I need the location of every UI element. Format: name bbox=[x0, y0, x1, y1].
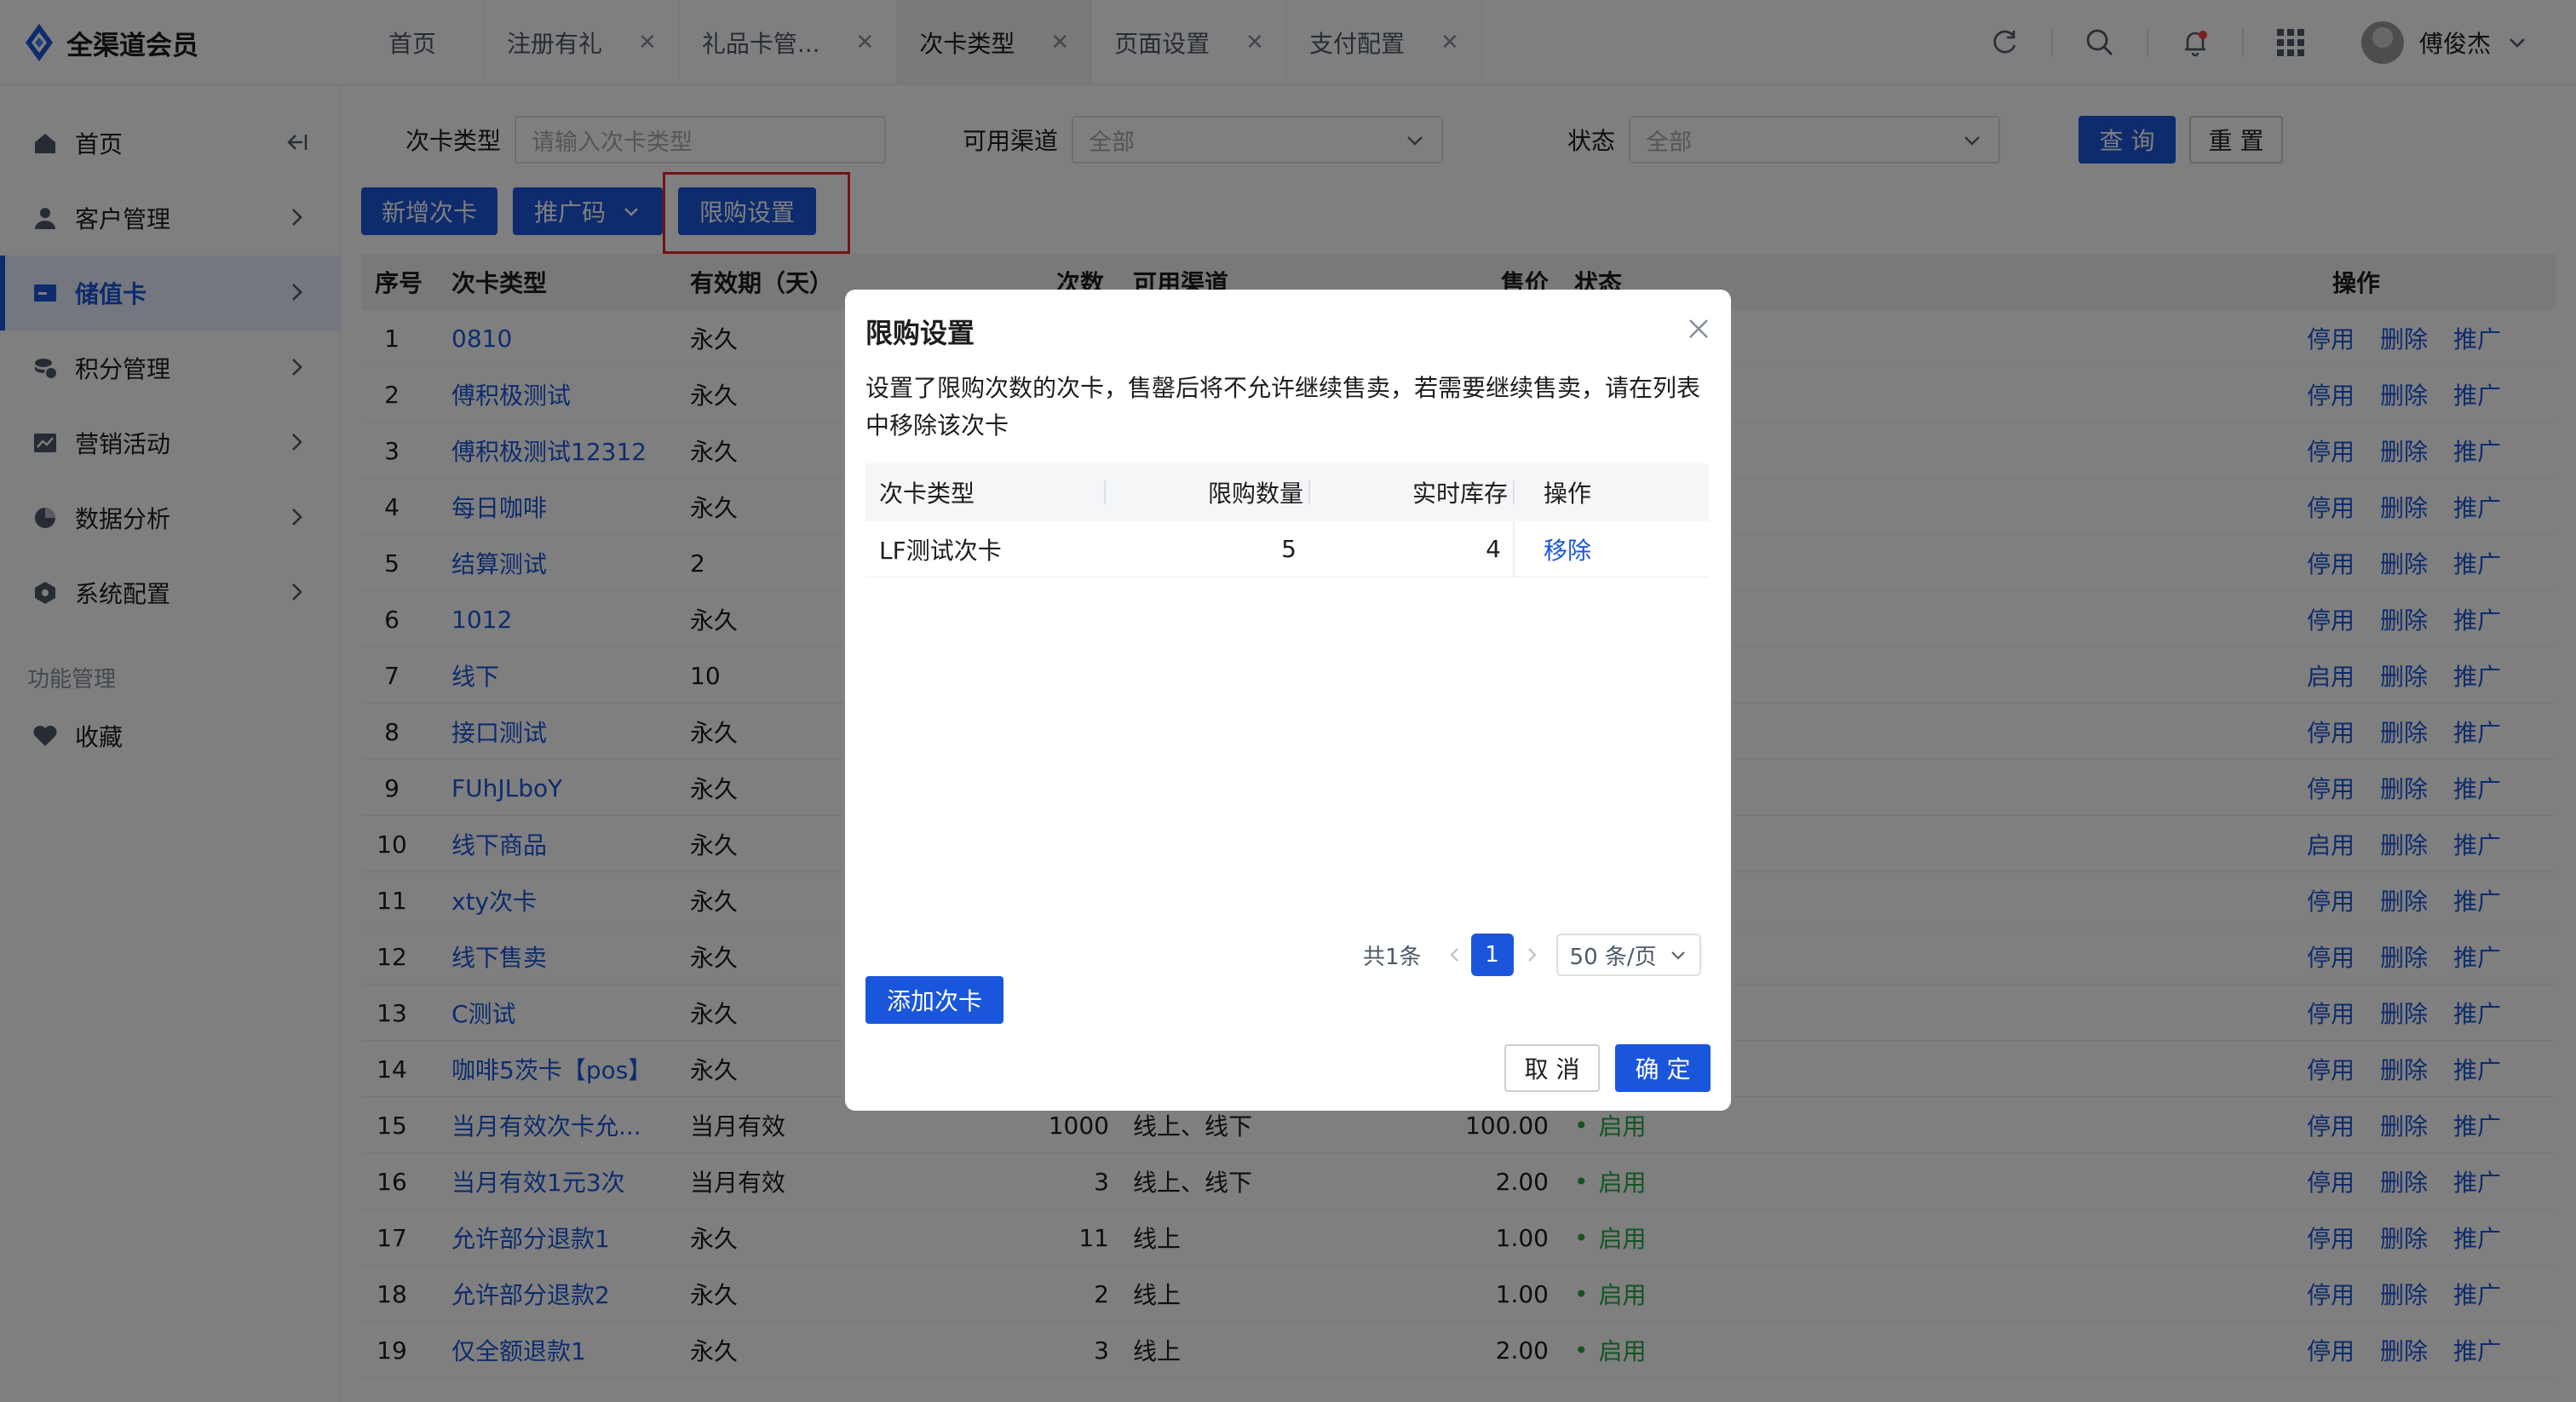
limit-table: 次卡类型 限购数量 实时库存 操作 LF测试次卡 5 4 移除 bbox=[865, 463, 1709, 577]
chevron-right-icon[interactable] bbox=[1522, 945, 1541, 964]
page-size-select[interactable]: 50 条/页 bbox=[1555, 934, 1701, 976]
divider bbox=[1513, 480, 1515, 504]
chevron-down-icon bbox=[1670, 951, 1685, 960]
divider bbox=[1104, 480, 1106, 504]
close-icon[interactable] bbox=[1685, 315, 1712, 342]
divider bbox=[1308, 480, 1310, 504]
dialog-title: 限购设置 bbox=[865, 317, 975, 349]
row-card-type: LF测试次卡 bbox=[879, 536, 1002, 565]
add-card-button[interactable]: 添加次卡 bbox=[865, 976, 1003, 1024]
chevron-left-icon[interactable] bbox=[1446, 945, 1464, 964]
confirm-button[interactable]: 确 定 bbox=[1615, 1044, 1711, 1092]
dialog-description: 设置了限购次数的次卡，售罄后将不允许继续售卖，若需要继续售卖，请在列表中移除该次… bbox=[865, 374, 1701, 440]
page-number[interactable]: 1 bbox=[1470, 934, 1514, 976]
col-ops: 操作 bbox=[1544, 480, 1592, 508]
col-limit: 限购数量 bbox=[1207, 480, 1303, 508]
pagination: 共1条 1 50 条/页 bbox=[1363, 934, 1701, 976]
remove-link[interactable]: 移除 bbox=[1544, 521, 1591, 577]
row-limit: 5 bbox=[1281, 535, 1297, 563]
total-count: 共1条 bbox=[1363, 944, 1422, 970]
divider bbox=[1513, 521, 1515, 577]
limit-table-header: 次卡类型 限购数量 实时库存 操作 bbox=[865, 463, 1709, 521]
row-stock: 4 bbox=[1486, 535, 1501, 563]
limit-settings-dialog: 限购设置 设置了限购次数的次卡，售罄后将不允许继续售卖，若需要继续售卖，请在列表… bbox=[845, 290, 1731, 1111]
col-card-type: 次卡类型 bbox=[879, 480, 975, 508]
limit-table-row: LF测试次卡 5 4 移除 bbox=[865, 521, 1709, 577]
cancel-button[interactable]: 取 消 bbox=[1504, 1044, 1600, 1092]
col-stock: 实时库存 bbox=[1412, 480, 1508, 508]
